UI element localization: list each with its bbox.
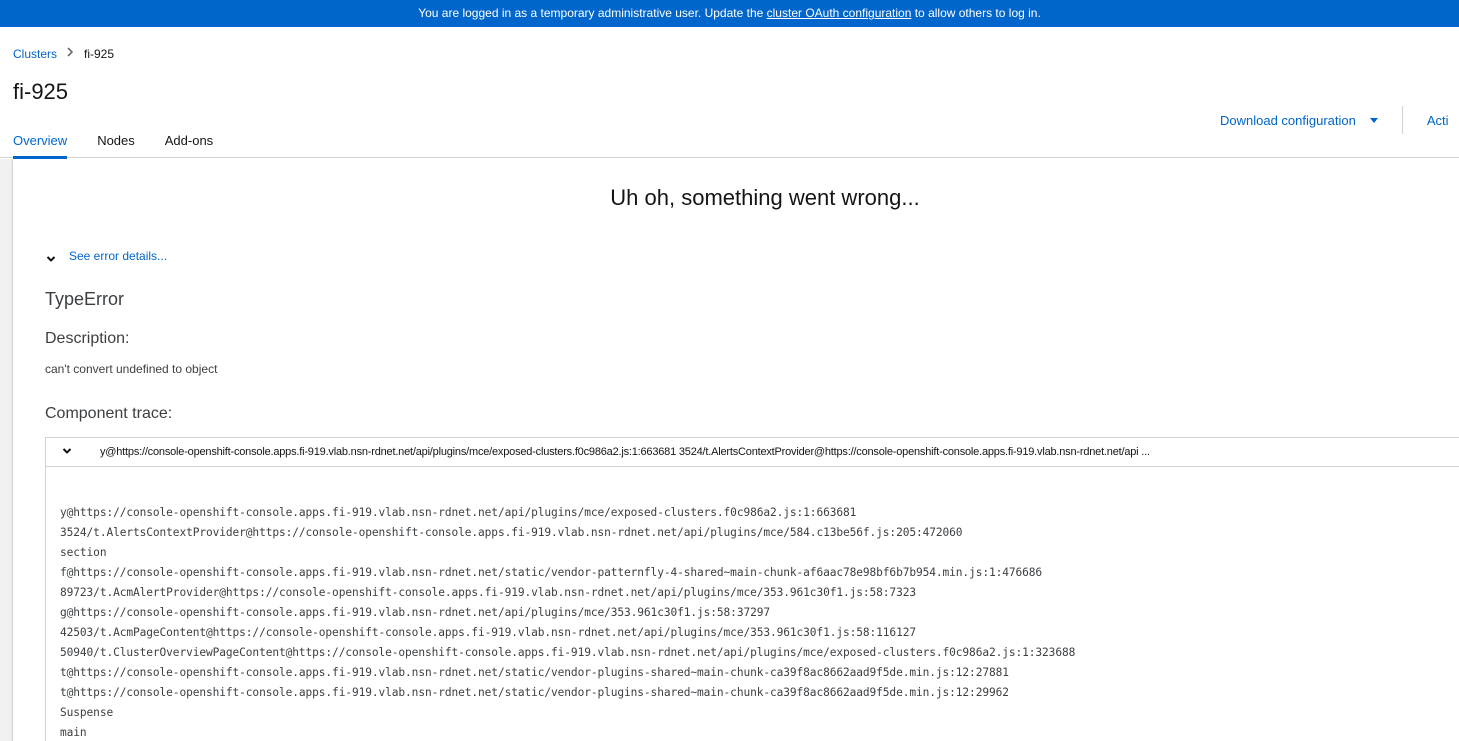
trace-line: 42503/t.AcmPageContent@https://console-o…: [60, 626, 916, 639]
banner-text-before: You are logged in as a temporary adminis…: [418, 6, 767, 20]
breadcrumb: Clusters fi-925: [13, 45, 114, 63]
caret-down-icon: [1369, 117, 1378, 123]
error-title: Uh oh, something went wrong...: [610, 185, 920, 210]
trace-summary: y@https://console-openshift-console.apps…: [100, 446, 1150, 458]
trace-line: 89723/t.AcmAlertProvider@https://console…: [60, 586, 916, 599]
admin-notification-banner: You are logged in as a temporary adminis…: [0, 0, 1459, 27]
trace-line: t@https://console-openshift-console.apps…: [60, 686, 1009, 699]
trace-line: main: [60, 726, 87, 739]
trace-line: f@https://console-openshift-console.apps…: [60, 566, 1043, 579]
component-trace-heading: Component trace:: [45, 405, 173, 422]
cluster-oauth-config-link[interactable]: cluster OAuth configuration: [767, 6, 912, 20]
trace-line: section: [60, 546, 107, 559]
breadcrumb-current: fi-925: [84, 47, 115, 61]
chevron-down-icon: [46, 251, 56, 262]
error-description: can't convert undefined to object: [45, 362, 218, 376]
chevron-down-icon: [62, 443, 72, 461]
tab-add-ons[interactable]: Add-ons: [165, 126, 213, 158]
chevron-right-icon: [67, 45, 74, 63]
trace-expand-button[interactable]: [46, 438, 88, 466]
banner-text-after: to allow others to log in.: [911, 6, 1041, 20]
tab-overview[interactable]: Overview: [13, 126, 68, 159]
error-panel: Uh oh, something went wrong... See error…: [12, 159, 1459, 741]
description-heading: Description:: [45, 330, 130, 347]
trace-line: 3524/t.AlertsContextProvider@https://con…: [60, 526, 963, 539]
trace-line: g@https://console-openshift-console.apps…: [60, 606, 770, 619]
error-type: TypeError: [45, 289, 125, 309]
trace-line: 50940/t.ClusterOverviewPageContent@https…: [60, 646, 1076, 659]
see-error-details-toggle[interactable]: See error details...: [46, 247, 167, 265]
component-trace-body: y@https://console-openshift-console.apps…: [45, 467, 1459, 741]
see-error-details-label: See error details...: [69, 249, 168, 263]
content-area: Uh oh, something went wrong... See error…: [0, 159, 1459, 741]
cluster-tabs: Overview Nodes Add-ons: [0, 126, 1459, 159]
breadcrumb-clusters-link[interactable]: Clusters: [13, 45, 57, 63]
trace-line: Suspense: [60, 706, 114, 719]
page-title: fi-925: [13, 79, 69, 104]
component-trace-expandable: y@https://console-openshift-console.apps…: [45, 437, 1459, 467]
trace-line: t@https://console-openshift-console.apps…: [60, 666, 1009, 679]
trace-line: y@https://console-openshift-console.apps…: [60, 506, 857, 519]
tab-nodes[interactable]: Nodes: [97, 126, 135, 158]
